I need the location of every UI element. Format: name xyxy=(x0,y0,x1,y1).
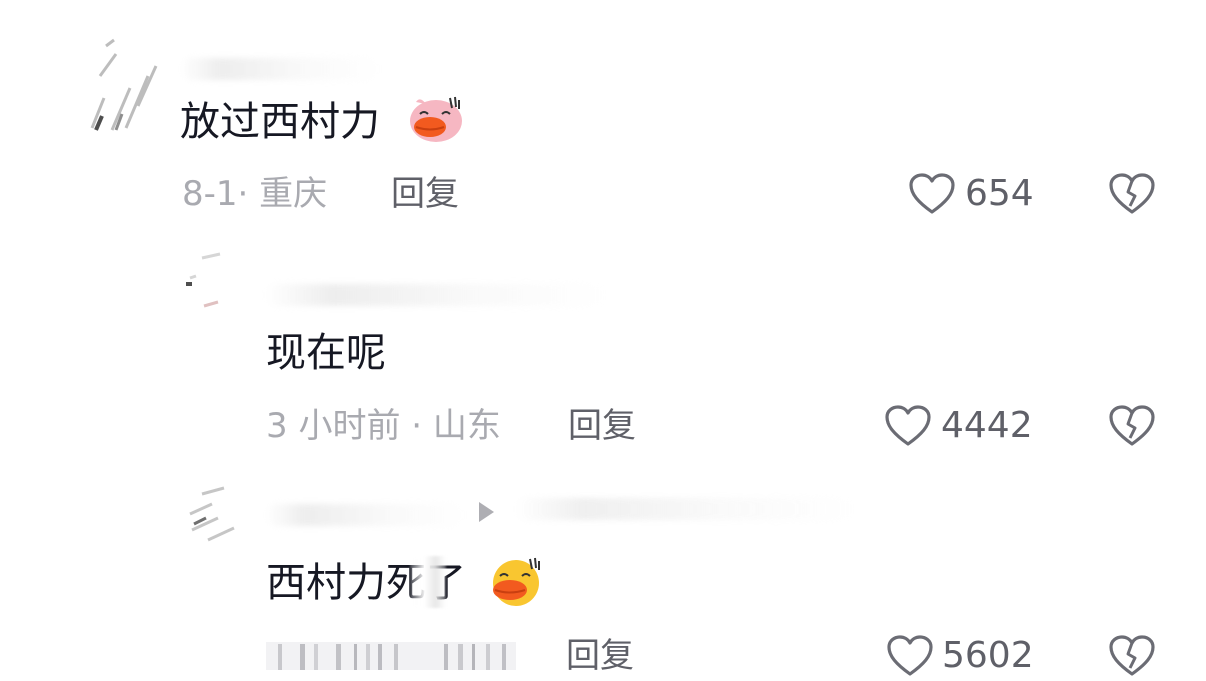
avatar[interactable] xyxy=(86,36,162,136)
like-count: 654 xyxy=(965,173,1034,214)
smug-face-emoji xyxy=(486,556,544,606)
heart-icon[interactable] xyxy=(884,404,932,448)
broken-heart-icon[interactable] xyxy=(1108,404,1156,448)
heart-icon[interactable] xyxy=(886,634,934,678)
comment-meta: 3 小时前 · 山东 xyxy=(266,406,501,446)
reply-button[interactable]: 回复 xyxy=(566,639,634,673)
reply-button[interactable]: 回复 xyxy=(568,409,636,443)
avatar[interactable] xyxy=(182,250,238,310)
censor-bar xyxy=(410,556,446,608)
username-redacted[interactable] xyxy=(515,498,855,520)
pig-face-emoji xyxy=(406,94,464,144)
heart-icon[interactable] xyxy=(908,172,956,216)
meta-redacted xyxy=(266,638,516,674)
avatar[interactable] xyxy=(182,484,244,546)
like-count: 4442 xyxy=(941,405,1033,446)
broken-heart-icon[interactable] xyxy=(1108,172,1156,216)
comment-text: 现在呢 xyxy=(266,330,386,376)
broken-heart-icon[interactable] xyxy=(1108,634,1156,678)
username-redacted[interactable] xyxy=(180,58,380,80)
comment-meta: 8-1· 重庆 xyxy=(182,174,328,214)
comment-text: 放过西村力 xyxy=(180,99,380,145)
like-count: 5602 xyxy=(942,635,1034,676)
username-redacted[interactable] xyxy=(265,504,465,526)
play-icon xyxy=(479,502,494,522)
reply-button[interactable]: 回复 xyxy=(391,177,459,211)
comment-text-prefix: 西村力死 xyxy=(266,560,426,606)
username-redacted[interactable] xyxy=(265,284,605,306)
